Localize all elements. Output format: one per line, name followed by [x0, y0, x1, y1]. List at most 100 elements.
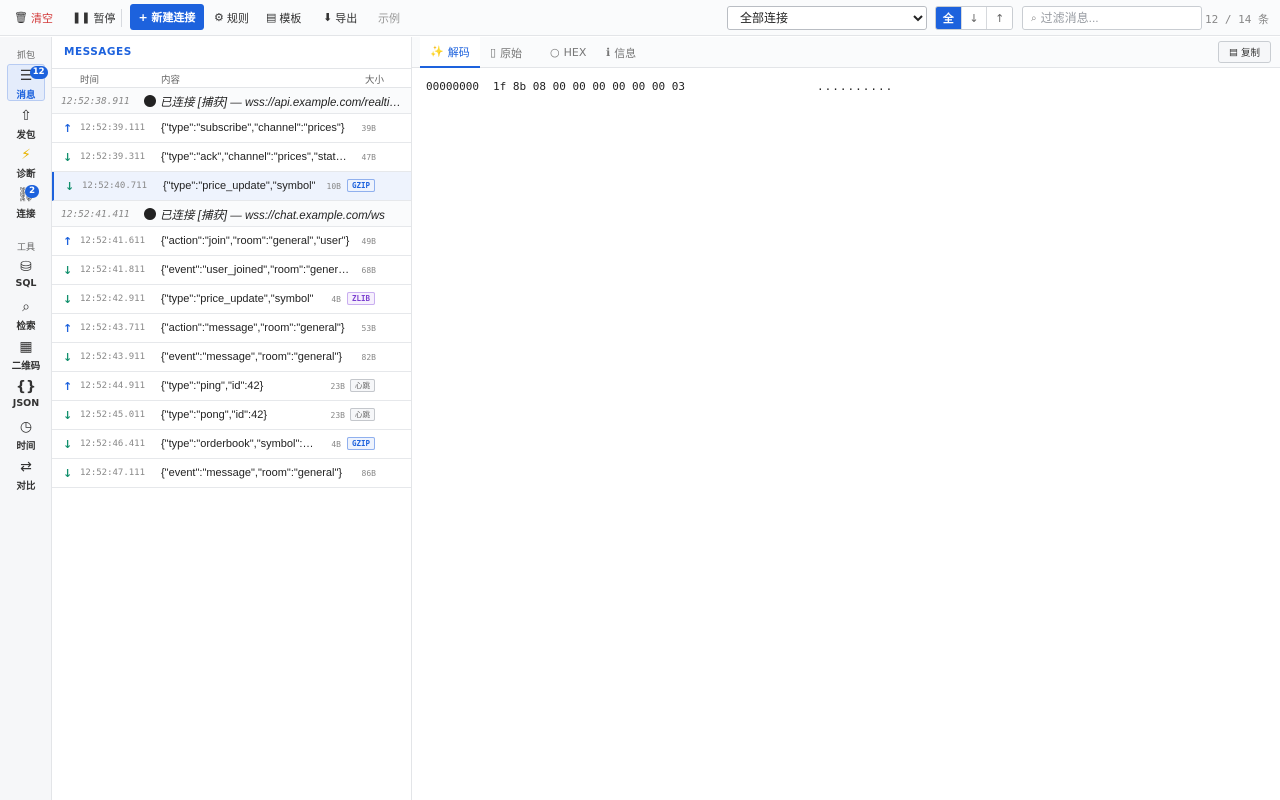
table-row[interactable]: ↓ 12:52:47.111 {"event":"message","room":"…: [52, 459, 411, 488]
row-time: 12:52:41.411: [61, 209, 130, 220]
table-row[interactable]: ↑ 12:52:44.911 {"type":"ping","id":42} 23B 心…: [52, 372, 411, 401]
tab-decode[interactable]: ✨ 解码: [420, 37, 480, 68]
row-size: 68B: [361, 266, 376, 275]
table-row[interactable]: ↓ 12:52:42.911 {"type":"price_update","sym…: [52, 285, 411, 314]
left-nav: 抓包 ☰12 消息 ⇧ 发包 ⚡ 诊断 ⛓2 连接 工具 ⛁ SQL ⌕ 检索 …: [0, 37, 52, 800]
new-connection-button[interactable]: + 新建连接: [130, 4, 204, 30]
messages-header: 时间 内容 大小: [52, 68, 411, 88]
copy-button[interactable]: ▤ 复制: [1218, 41, 1271, 63]
hex-bytes: 1f 8b 08 00 00 00 00 00 00 03: [492, 80, 686, 93]
connection-row[interactable]: 12:52:41.411 已连接 [捕获] — wss://chat.exampl…: [52, 201, 411, 227]
clear-button[interactable]: 🗑 清空: [14, 4, 53, 31]
arrow-down-icon: ↓: [63, 151, 73, 164]
nav-item-label: 诊断: [16, 169, 36, 180]
row-time: 12:52:41.611: [80, 236, 146, 246]
arrow-up-icon: ↑: [63, 380, 73, 393]
search-icon: ⌕: [22, 299, 30, 315]
nav-item-connections[interactable]: ⛓2 连接: [7, 184, 45, 221]
connection-select[interactable]: 全部连接: [727, 6, 927, 30]
table-row[interactable]: ↑ 12:52:39.111 {"type":"subscribe","channe…: [52, 114, 411, 143]
arrow-down-icon: ↓: [63, 438, 73, 451]
row-content: {"type":"ping","id":42}: [161, 380, 264, 392]
hex-icon: ○: [550, 46, 560, 59]
row-size: 39B: [361, 124, 376, 133]
row-size: 53B: [361, 324, 376, 333]
nav-item-json[interactable]: {} JSON: [7, 376, 45, 413]
row-size: 4B: [331, 295, 341, 304]
connection-dot-icon: [144, 208, 156, 220]
table-row[interactable]: ↓ 12:52:45.011 {"type":"pong","id":42} 23B 心…: [52, 401, 411, 430]
arrow-up-icon: ↑: [63, 322, 73, 335]
direction-filter: 全 ↓ ↑: [935, 6, 1013, 30]
tab-info-label: 信息: [614, 46, 637, 60]
sparkle-icon: ✨: [430, 45, 444, 58]
messages-icon: ☰ 12: [20, 66, 48, 85]
row-size: 10B: [326, 182, 341, 191]
nav-item-compare[interactable]: ⇄ 对比: [7, 456, 45, 493]
new-connection-label: + 新建连接: [138, 11, 196, 24]
tab-hex[interactable]: ○ HEX: [540, 37, 596, 68]
arrow-up-icon: ↑: [63, 235, 73, 248]
connection-row[interactable]: 12:52:38.911 已连接 [捕获] — wss://api.example…: [52, 88, 411, 114]
connections-badge: 2: [25, 185, 40, 198]
row-time: 12:52:44.911: [80, 381, 146, 391]
table-row[interactable]: ↓ 12:52:39.311 {"type":"ack","channel":"pr…: [52, 143, 411, 172]
row-time: 12:52:39.111: [80, 123, 146, 133]
table-row[interactable]: ↓ 12:52:46.411 {"type":"orderbook","symbol…: [52, 430, 411, 459]
row-time: 12:52:42.911: [80, 294, 146, 304]
trash-icon: 🗑: [14, 11, 28, 24]
export-button[interactable]: ⬇ 导出: [323, 4, 357, 31]
tab-raw[interactable]: ▯ 原始: [480, 37, 532, 68]
clock-icon: ◷: [19, 419, 33, 435]
hex-ascii: ..........: [817, 80, 894, 93]
row-content: {"type":"price_update","symbol": [163, 180, 316, 192]
template-button[interactable]: ▤ 模板: [266, 4, 301, 31]
table-row[interactable]: ↑ 12:52:43.711 {"action":"message","room":…: [52, 314, 411, 343]
nav-item-label: 发包: [16, 130, 36, 141]
direction-all-button[interactable]: 全: [936, 7, 961, 29]
nav-item-diagnose[interactable]: ⚡ 诊断: [7, 144, 45, 181]
connection-dot-icon: [144, 95, 156, 107]
table-row[interactable]: ↑ 12:52:41.611 {"action":"join","room":"ge…: [52, 227, 411, 256]
row-content: {"type":"pong","id":42}: [161, 409, 268, 421]
row-tag: GZIP: [346, 437, 375, 450]
example-button[interactable]: 示例: [378, 4, 400, 31]
nav-item-send[interactable]: ⇧ 发包: [7, 105, 45, 142]
nav-item-time[interactable]: ◷ 时间: [7, 416, 45, 453]
nav-item-messages[interactable]: ☰ 12 消息: [7, 64, 48, 101]
row-time: 12:52:45.011: [80, 410, 146, 420]
table-row[interactable]: ↓ 12:52:43.911 {"event":"message","room":"…: [52, 343, 411, 372]
arrow-down-icon: ↓: [63, 293, 73, 306]
upload-icon: ⇧: [20, 108, 32, 124]
row-time: 12:52:43.911: [80, 352, 146, 362]
direction-up-button[interactable]: ↑: [986, 7, 1012, 29]
nav-item-sql[interactable]: ⛁ SQL: [7, 256, 45, 293]
clipboard-icon: ▤: [1229, 46, 1238, 58]
rules-button[interactable]: ⚙ 规则: [214, 4, 249, 31]
nav-item-search[interactable]: ⌕ 检索: [7, 296, 45, 333]
table-row[interactable]: ↓ 12:52:40.711 {"type":"price_update","sym…: [52, 172, 411, 201]
tab-decode-label: 解码: [447, 45, 470, 59]
message-counter: 12 / 14 条: [1205, 13, 1269, 26]
pause-label: 暂停: [93, 11, 116, 25]
pause-button[interactable]: ❚❚ 暂停: [72, 4, 115, 31]
toolbar: 🗑 清空 ❚❚ 暂停 + 新建连接 ⚙ 规则 ▤ 模板 ⬇ 导出 示例 全部连接…: [0, 0, 1280, 36]
row-content: {"event":"message","room":"general"}: [161, 467, 343, 479]
direction-down-button[interactable]: ↓: [960, 7, 987, 29]
row-time: 12:52:41.811: [80, 265, 146, 275]
nav-item-label: 消息: [16, 90, 36, 101]
info-icon: ℹ: [606, 46, 611, 59]
filter-input[interactable]: [1040, 11, 1191, 25]
link-icon: ⛓2: [17, 185, 40, 204]
tab-raw-label: 原始: [500, 46, 523, 60]
template-icon: ▤: [266, 11, 277, 24]
arrow-down-icon: ↓: [63, 264, 73, 277]
nav-item-qrcode[interactable]: ▦ 二维码: [7, 336, 45, 373]
row-content: 已连接 [捕获] — wss://chat.example.com/ws: [160, 210, 385, 222]
tab-info[interactable]: ℹ 信息: [596, 37, 646, 68]
col-content: 内容: [161, 75, 181, 86]
table-row[interactable]: ↓ 12:52:41.811 {"event":"user_joined","roo…: [52, 256, 411, 285]
messages-panel: MESSAGES 时间 内容 大小 12:52:38.911 已连接 [捕获] —…: [52, 37, 412, 800]
example-label: 示例: [378, 11, 400, 25]
row-content: {"action":"join","room":"general","user"…: [161, 235, 350, 247]
